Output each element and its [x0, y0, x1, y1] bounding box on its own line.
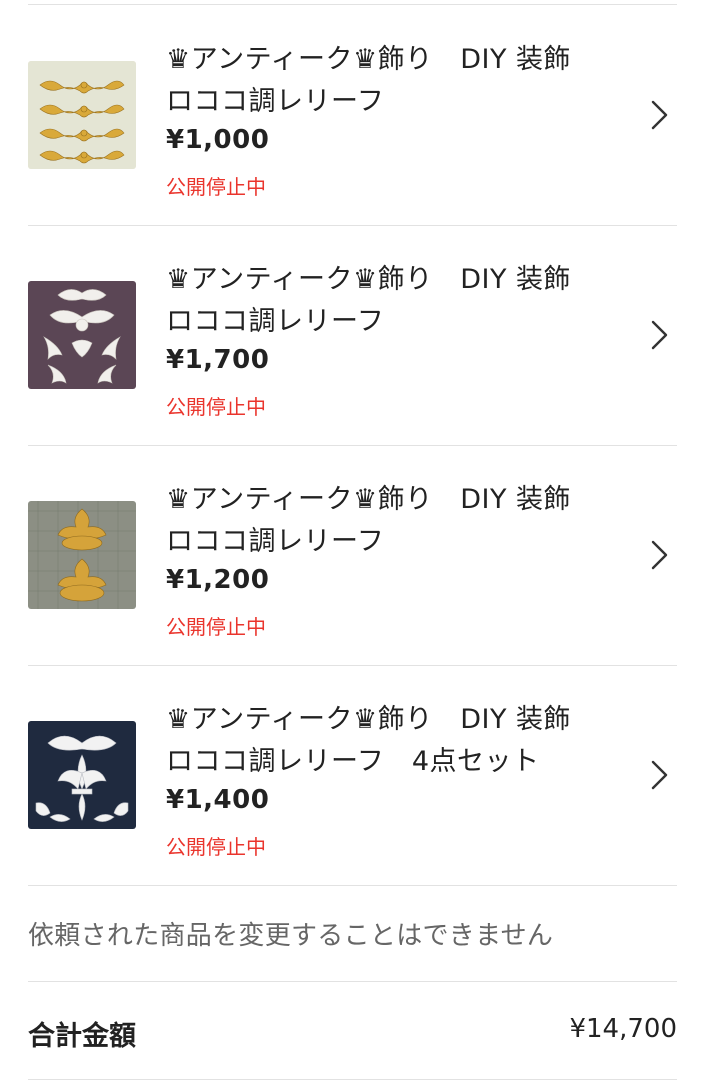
chevron-right-icon: [651, 760, 668, 790]
list-item[interactable]: ♛アンティーク♛飾り DIY 装飾 ロココ調レリーフ 4点セット ¥1,400 …: [28, 665, 677, 886]
item-title: ♛アンティーク♛飾り DIY 装飾 ロココ調レリーフ: [166, 44, 572, 117]
notice-text: 依頼された商品を変更することはできません: [28, 921, 554, 951]
list-item[interactable]: ♛アンティーク♛飾り DIY 装飾 ロココ調レリーフ ¥1,200 公開停止中: [28, 445, 677, 666]
status-badge: 公開停止中: [166, 175, 266, 199]
gold-scroll-ornaments-thumbnail: [28, 61, 136, 169]
status-badge: 公開停止中: [166, 395, 266, 419]
change-restriction-notice: 依頼された商品を変更することはできません: [28, 885, 677, 982]
item-title: ♛アンティーク♛飾り DIY 装飾 ロココ調レリーフ: [166, 484, 572, 557]
fleur-de-lis-set-thumbnail: [28, 721, 136, 829]
gold-cartouche-thumbnail: [28, 501, 136, 609]
chevron-right-icon: [651, 320, 668, 350]
total-value: ¥14,700: [569, 1014, 677, 1044]
white-ornament-set-thumbnail: [28, 281, 136, 389]
total-amount-row: 合計金額 ¥14,700: [28, 982, 677, 1080]
total-label: 合計金額: [28, 1021, 136, 1052]
chevron-right-icon: [651, 540, 668, 570]
item-price: ¥1,200: [166, 565, 270, 595]
order-item-list: ♛アンティーク♛飾り DIY 装飾 ロココ調レリーフ ¥1,000 公開停止中: [28, 0, 677, 1080]
status-badge: 公開停止中: [166, 615, 266, 639]
list-item[interactable]: ♛アンティーク♛飾り DIY 装飾 ロココ調レリーフ ¥1,700 公開停止中: [28, 225, 677, 446]
chevron-right-icon: [651, 100, 668, 130]
item-title: ♛アンティーク♛飾り DIY 装飾 ロココ調レリーフ 4点セット: [166, 704, 572, 777]
list-item[interactable]: ♛アンティーク♛飾り DIY 装飾 ロココ調レリーフ ¥1,000 公開停止中: [28, 5, 677, 226]
status-badge: 公開停止中: [166, 835, 266, 859]
item-title: ♛アンティーク♛飾り DIY 装飾 ロココ調レリーフ: [166, 264, 572, 337]
item-price: ¥1,700: [166, 345, 270, 375]
item-price: ¥1,000: [166, 125, 270, 155]
item-price: ¥1,400: [166, 785, 270, 815]
